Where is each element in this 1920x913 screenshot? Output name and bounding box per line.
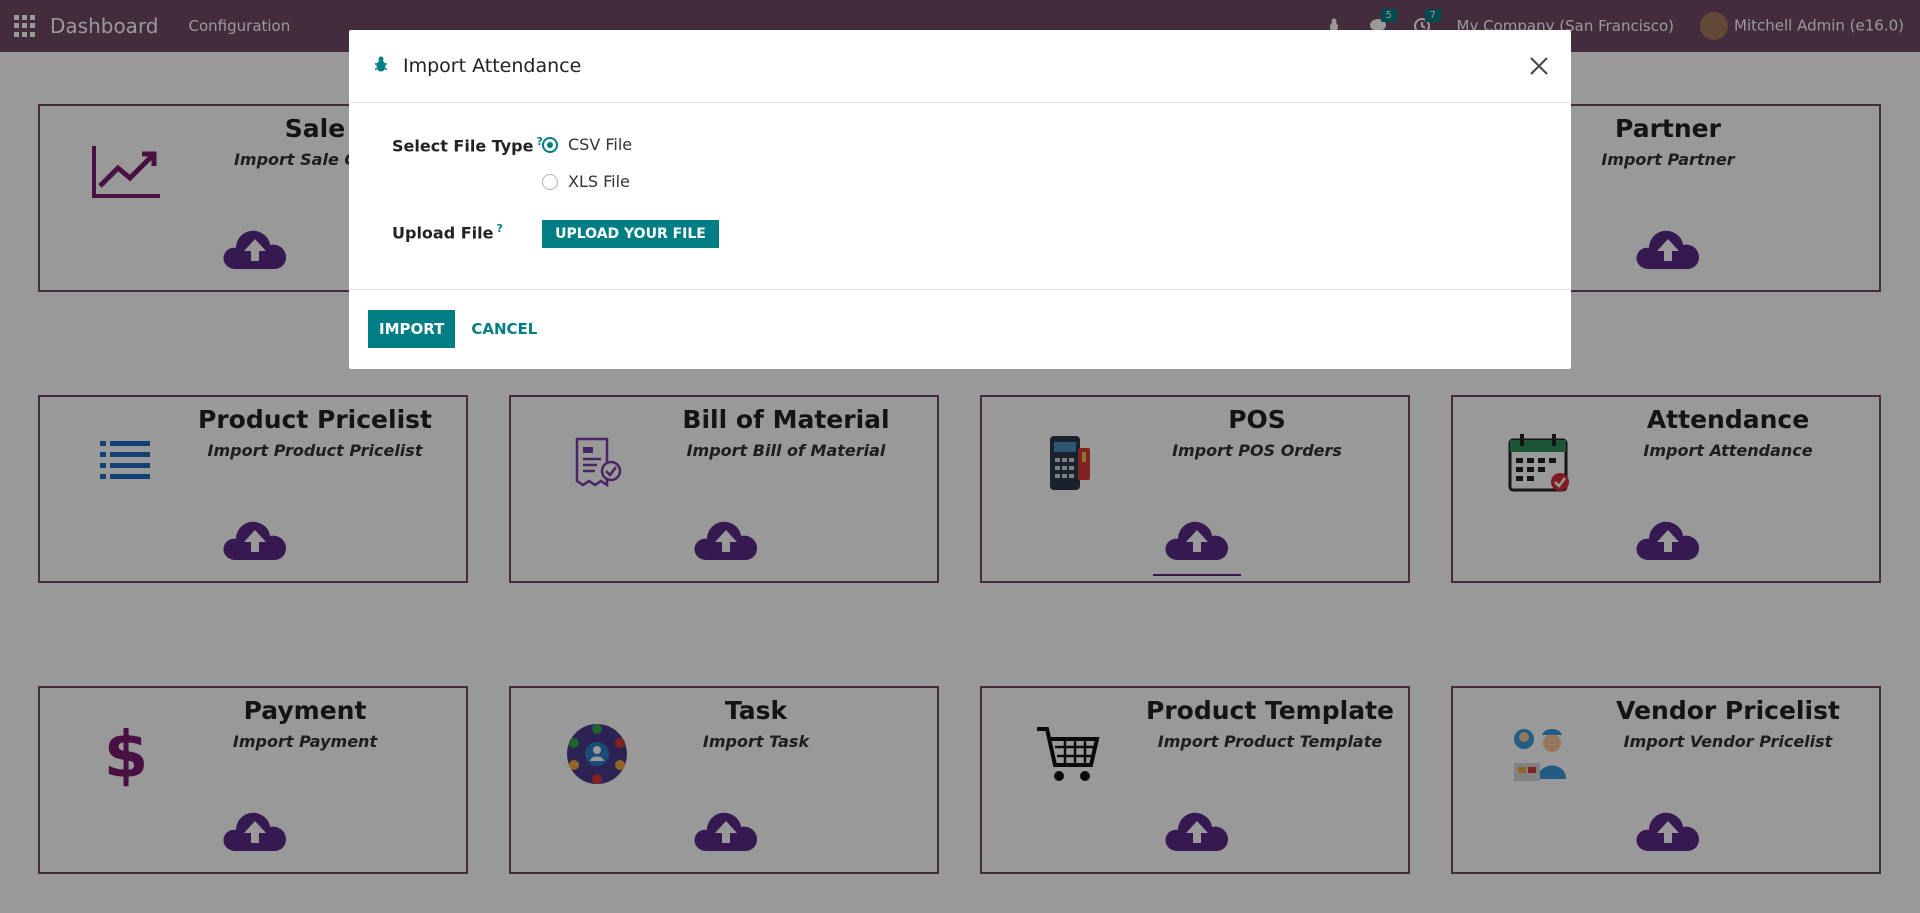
close-icon[interactable] <box>1525 52 1553 80</box>
radio-csv-file[interactable]: CSV File <box>542 135 632 154</box>
radio-button-checked[interactable] <box>542 136 558 153</box>
file-type-label: Select File Type? <box>392 135 543 156</box>
help-tooltip-mark[interactable]: ? <box>497 222 503 235</box>
upload-file-label: Upload File? <box>392 222 503 243</box>
modal-footer: IMPORT CANCEL <box>349 290 1571 368</box>
radio-label: XLS File <box>568 172 630 191</box>
modal-header: Import Attendance <box>349 30 1571 103</box>
modal-title: Import Attendance <box>403 55 582 77</box>
radio-button[interactable] <box>542 173 558 190</box>
import-button[interactable]: IMPORT <box>368 310 456 348</box>
debug-bug-icon <box>373 55 389 77</box>
import-attendance-dialog: Import Attendance Select File Type? CSV … <box>349 30 1571 369</box>
radio-label: CSV File <box>568 135 633 154</box>
cancel-button[interactable]: CANCEL <box>471 320 537 338</box>
radio-xls-file[interactable]: XLS File <box>542 172 630 191</box>
upload-file-button[interactable]: UPLOAD YOUR FILE <box>542 220 719 248</box>
modal-body: Select File Type? CSV File XLS File Uplo… <box>349 103 1571 290</box>
